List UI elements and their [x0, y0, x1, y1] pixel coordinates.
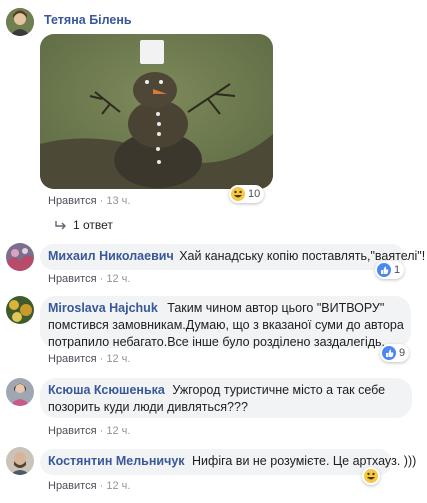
comment-meta: Нравится · 12 ч.: [48, 273, 130, 285]
comment-photo[interactable]: [40, 34, 273, 189]
snowman-photo-icon: [40, 34, 273, 189]
comment-meta: Нравится · 12 ч.: [48, 480, 130, 492]
reaction-counter[interactable]: 10: [229, 185, 265, 203]
like-link[interactable]: Нравится: [48, 480, 97, 492]
comment-text-line: Таким чином автор цього "ВИТВОРУ": [167, 301, 385, 315]
like-icon: [382, 346, 396, 360]
separator: ·: [99, 273, 104, 285]
separator: ·: [99, 353, 104, 365]
reaction-count: 1: [394, 264, 401, 276]
comment-time[interactable]: 12 ч.: [106, 480, 130, 492]
comment-time[interactable]: 13 ч.: [106, 195, 130, 207]
replies-label: 1 ответ: [73, 218, 113, 232]
like-icon: [377, 263, 391, 277]
comment-time[interactable]: 12 ч.: [106, 273, 130, 285]
comment-text-line: Ужгород туристичне місто а так себе: [172, 383, 386, 397]
avatar[interactable]: [6, 447, 34, 475]
comment-author[interactable]: Ксюша Ксюшенька: [48, 383, 165, 397]
haha-icon: [231, 187, 245, 201]
replies-link[interactable]: 1 ответ: [55, 218, 113, 232]
avatar-photo-icon: [6, 8, 34, 36]
separator: ·: [99, 425, 104, 437]
like-link[interactable]: Нравится: [48, 425, 97, 437]
comment-body: Михаил Николаевич Хай канадську копію по…: [48, 248, 425, 265]
comment-text: Нифіга ви не розумієте. Це артхауз. ))): [192, 454, 417, 468]
reaction-count: 10: [248, 188, 261, 200]
comment-author[interactable]: Михаил Николаевич: [48, 249, 174, 263]
comment-meta: Нравится · 12 ч.: [48, 425, 130, 437]
avatar[interactable]: [6, 243, 34, 271]
comment-body: Костянтин Мельничук Нифіга ви не розуміє…: [48, 453, 416, 470]
like-link[interactable]: Нравится: [48, 353, 97, 365]
reaction-counter[interactable]: 1: [375, 261, 405, 279]
comment-body: Miroslava Hajchuk Таким чином автор цьог…: [48, 300, 408, 351]
comment-text-line: помстився замовникам.Думаю, що з вказано…: [48, 318, 404, 332]
comment-author[interactable]: Костянтин Мельничук: [48, 454, 185, 468]
reaction-count: 9: [399, 347, 406, 359]
comment-text-line: позорить куди люди дивляться???: [48, 400, 248, 414]
comment-text-line: потрапило небагато.Все інше було розділе…: [48, 335, 386, 349]
haha-icon: [364, 469, 378, 483]
comment-time[interactable]: 12 ч.: [106, 425, 130, 437]
reaction-counter[interactable]: 9: [380, 344, 410, 362]
like-link[interactable]: Нравится: [48, 195, 97, 207]
reply-arrow-icon: [55, 221, 66, 230]
separator: ·: [99, 195, 104, 207]
comment-body: Ксюша Ксюшенька Ужгород туристичне місто…: [48, 382, 408, 416]
comment-meta: Нравится · 13 ч.: [48, 195, 130, 207]
comment-author[interactable]: Miroslava Hajchuk: [48, 301, 158, 315]
avatar-photo-icon: [6, 447, 34, 475]
comment-meta: Нравится · 12 ч.: [48, 353, 130, 365]
avatar-photo-icon: [6, 243, 34, 271]
avatar[interactable]: [6, 296, 34, 324]
avatar[interactable]: [6, 8, 34, 36]
reaction-counter[interactable]: [362, 467, 380, 485]
separator: ·: [99, 480, 104, 492]
avatar[interactable]: [6, 378, 34, 406]
like-link[interactable]: Нравится: [48, 273, 97, 285]
avatar-photo-icon: [6, 296, 34, 324]
avatar-photo-icon: [6, 378, 34, 406]
comment-author[interactable]: Тетяна Білень: [44, 13, 132, 27]
comment-time[interactable]: 12 ч.: [106, 353, 130, 365]
